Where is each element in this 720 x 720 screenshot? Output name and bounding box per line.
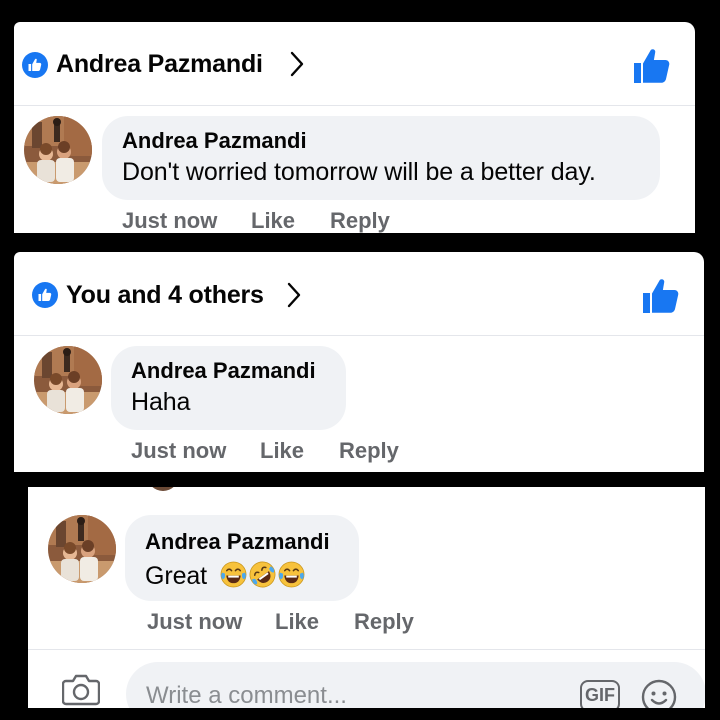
comment-panel: You and 4 others Andrea Pazmandi Haha Ju… <box>14 252 704 472</box>
reaction-summary-bar[interactable]: Andrea Pazmandi <box>14 22 695 106</box>
comment-bubble: Andrea Pazmandi Great <box>125 515 359 601</box>
comment-bubble: Andrea Pazmandi Don't worried tomorrow w… <box>102 116 660 200</box>
avatar[interactable] <box>34 346 102 414</box>
avatar <box>152 487 174 491</box>
comment-input-placeholder[interactable]: Write a comment... <box>146 682 347 708</box>
like-reaction-icon <box>22 52 48 78</box>
comment-author[interactable]: Andrea Pazmandi <box>131 358 316 384</box>
chevron-right-icon[interactable] <box>286 280 302 310</box>
camera-icon[interactable] <box>62 672 100 706</box>
avatar[interactable] <box>48 515 116 583</box>
reaction-summary-text[interactable]: You and 4 others <box>66 281 264 310</box>
like-link[interactable]: Like <box>275 609 319 635</box>
comment-text: Great <box>145 561 305 591</box>
comment-composer: Write a comment... GIF <box>28 649 705 708</box>
reply-link[interactable]: Reply <box>330 208 390 233</box>
comment-author[interactable]: Andrea Pazmandi <box>145 529 330 555</box>
like-reaction-icon <box>32 282 58 308</box>
comment-timestamp: Just now <box>131 438 227 463</box>
comment-text-body: Great <box>145 562 208 590</box>
rolling-laughing-emoji-icon <box>249 561 276 588</box>
comment-timestamp: Just now <box>122 208 218 233</box>
comment-bubble: Andrea Pazmandi Haha <box>111 346 346 430</box>
smiley-icon[interactable] <box>640 678 678 708</box>
tears-of-joy-emoji-icon <box>278 561 305 588</box>
reaction-summary-text[interactable]: Andrea Pazmandi <box>56 50 263 79</box>
like-button-icon[interactable] <box>633 48 671 84</box>
like-link[interactable]: Like <box>251 208 295 233</box>
reaction-summary-bar[interactable]: You and 4 others <box>14 252 704 336</box>
comment-input[interactable]: Write a comment... GIF <box>126 662 705 708</box>
reply-link[interactable]: Reply <box>354 609 414 635</box>
comment-timestamp: Just now <box>147 609 243 634</box>
tears-of-joy-emoji-icon <box>220 561 247 588</box>
comment-text: Haha <box>131 388 191 416</box>
like-button-icon[interactable] <box>642 278 680 314</box>
comment-panel: Andrea Pazmandi Great Just now Like Repl… <box>28 487 705 708</box>
comment-author[interactable]: Andrea Pazmandi <box>122 128 307 154</box>
reply-link[interactable]: Reply <box>339 438 399 464</box>
comment-text: Don't worried tomorrow will be a better … <box>122 158 596 186</box>
chevron-right-icon[interactable] <box>289 49 305 79</box>
avatar[interactable] <box>24 116 92 184</box>
comment-panel: Andrea Pazmandi Andrea Pazmandi Don't wo… <box>14 22 695 233</box>
like-link[interactable]: Like <box>260 438 304 464</box>
gif-icon[interactable]: GIF <box>580 680 620 708</box>
